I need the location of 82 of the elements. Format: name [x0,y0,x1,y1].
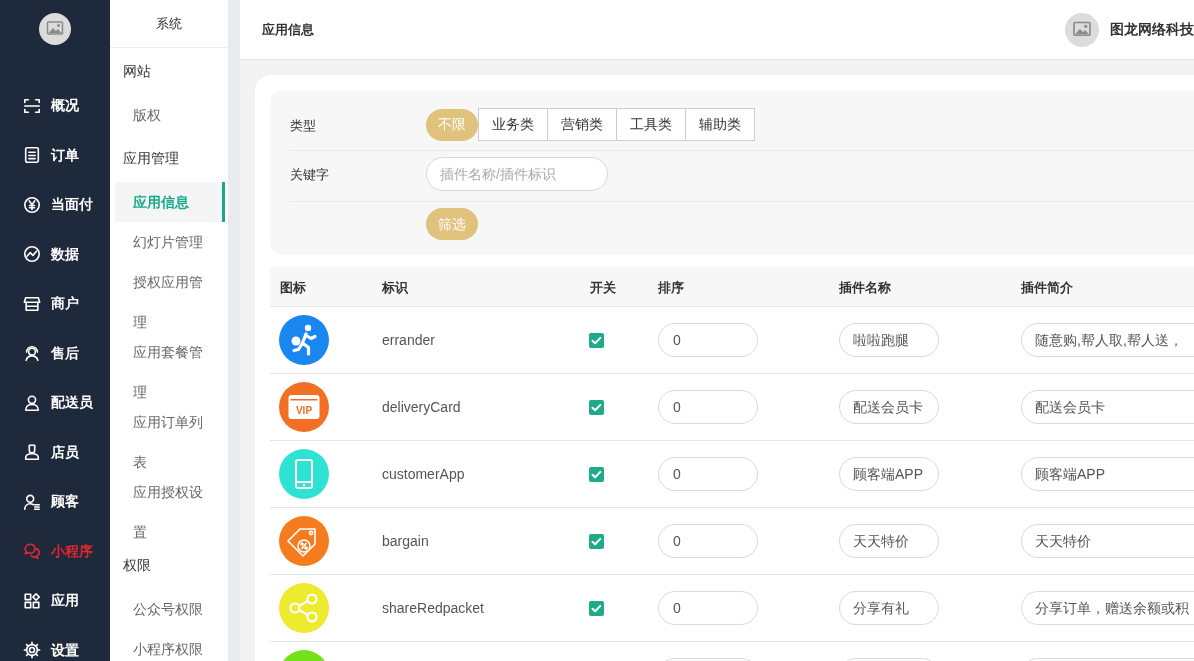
sort-field[interactable]: 0 [658,390,758,424]
intro-field[interactable]: 随意购,帮人取,帮人送， [1021,323,1194,357]
filter-label: 类型 [290,117,316,133]
column-header: 插件名称 [839,279,891,295]
type-tab[interactable]: 辅助类 [686,108,755,141]
yen-icon [23,195,41,214]
checkbox[interactable] [589,533,604,549]
subnav-group-label: 应用管理 [123,149,179,168]
headset-person-icon [23,344,41,363]
nav-item[interactable]: 应用 [0,576,110,626]
settings-icon [23,641,41,660]
nav-item[interactable]: 订单 [0,130,110,180]
name-field[interactable]: 分享有礼 [839,591,939,625]
plugin-key: shareRedpacket [382,600,484,616]
subnav-group-label: 网站 [123,62,151,81]
person-list-icon [23,492,41,511]
running-person-icon [279,315,329,365]
column-header: 插件简介 [1021,279,1073,295]
keyword-field[interactable]: 插件名称/插件标识 [426,157,608,191]
column-header: 排序 [658,279,684,295]
nav-item[interactable]: 店员 [0,427,110,477]
image-placeholder-icon [1065,12,1099,47]
sort-field[interactable]: 0 [658,524,758,558]
vip-card-icon: VIP [279,382,329,432]
plugin-key: errander [382,332,435,348]
checkbox[interactable] [589,399,604,415]
intro-field[interactable]: 配送会员卡 [1021,390,1194,424]
nav-item[interactable]: 当面付 [0,180,110,230]
person-icon [23,393,41,412]
checkbox[interactable] [589,466,604,482]
subnav-item[interactable]: 应用套餐管理 [115,332,225,402]
nav-item[interactable]: 售后 [0,328,110,378]
chat-bubbles-icon [23,542,41,561]
person-icon [23,443,41,462]
percent-tag-icon [279,516,329,566]
nav-item[interactable]: 概况 [0,81,110,131]
subnav-group-label: 权限 [123,556,151,575]
list-icon [23,146,41,165]
column-header: 标识 [382,279,408,295]
nav-item[interactable]: 商户 [0,279,110,329]
checkbox[interactable] [589,600,604,616]
chart-icon [23,245,41,264]
name-field[interactable]: 天天特价 [839,524,939,558]
image-placeholder-icon [39,13,71,45]
type-tab[interactable]: 营销类 [548,108,617,141]
store-icon [23,294,41,313]
subnav-item[interactable]: 应用授权设置 [115,472,225,542]
subnav-item[interactable]: 公众号权限 [115,589,225,629]
type-tab[interactable]: 工具类 [617,108,686,141]
sort-field[interactable]: 0 [658,323,758,357]
plugin-key: deliveryCard [382,399,461,415]
nav-item[interactable]: 配送员 [0,378,110,428]
subnav-item[interactable]: 幻灯片管理 [115,222,225,262]
name-field[interactable]: 顾客端APP [839,457,939,491]
tablet-icon [279,449,329,499]
scan-icon [23,96,41,115]
column-header: 图标 [280,279,306,295]
subnav-title: 系统 [156,14,182,33]
subnav-item[interactable]: 应用订单列表 [115,402,225,472]
name-field[interactable]: 配送会员卡 [839,390,939,424]
nav-item[interactable]: 数据 [0,229,110,279]
type-tab[interactable]: 业务类 [478,108,548,141]
sort-field[interactable]: 0 [658,591,758,625]
plugin-key: bargain [382,533,429,549]
grid-icon [23,591,41,610]
page-title: 应用信息 [262,20,314,39]
subnav-item[interactable]: 授权应用管理 [115,262,225,332]
intro-field[interactable]: 天天特价 [1021,524,1194,558]
name-field[interactable]: 啦啦跑腿 [839,323,939,357]
intro-field[interactable]: 分享订单，赠送余额或积 [1021,591,1194,625]
plugin-key: customerApp [382,466,465,482]
intro-field[interactable]: 顾客端APP [1021,457,1194,491]
filter-label: 关键字 [290,167,329,182]
subnav-item[interactable]: 小程序权限 [115,629,225,661]
user-name: 图龙网络科技 [1110,20,1194,39]
column-header: 开关 [590,279,616,295]
nav-item[interactable]: 设置 [0,625,110,661]
share-icon [279,583,329,633]
subnav-item[interactable]: 版权 [115,95,225,135]
sort-field[interactable]: 0 [658,457,758,491]
checkbox[interactable] [589,332,604,348]
nav-item[interactable]: 顾客 [0,477,110,527]
